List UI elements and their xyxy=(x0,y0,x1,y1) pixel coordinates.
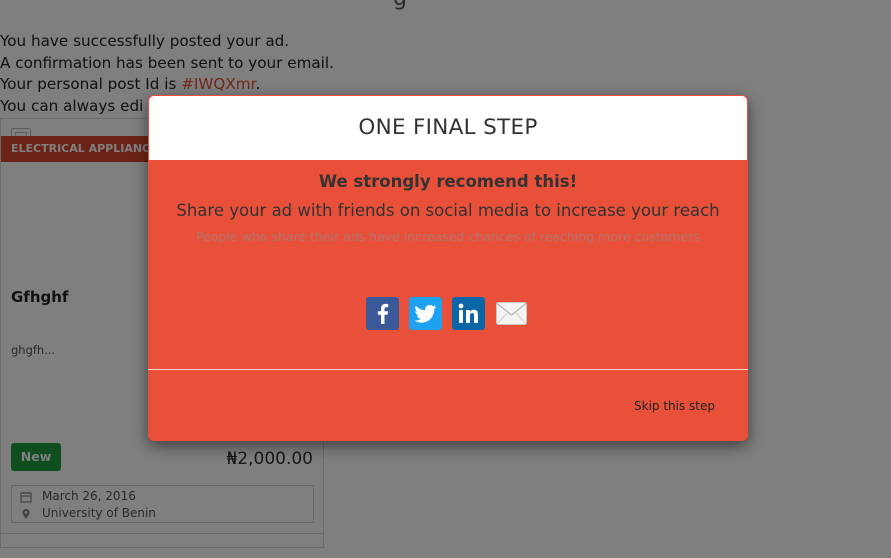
share-note: People who share their ads have increase… xyxy=(196,229,700,244)
twitter-icon[interactable] xyxy=(409,297,442,330)
modal-title: ONE FINAL STEP xyxy=(358,115,538,140)
modal-header: ONE FINAL STEP xyxy=(149,96,747,160)
share-message: Share your ad with friends on social med… xyxy=(176,201,720,220)
recommend-heading: We strongly recomend this! xyxy=(318,172,578,191)
share-buttons xyxy=(148,297,748,331)
modal-divider xyxy=(148,369,748,370)
facebook-icon[interactable] xyxy=(366,297,399,330)
linkedin-icon[interactable] xyxy=(452,297,485,330)
modal-body: We strongly recomend this! Share your ad… xyxy=(148,171,748,244)
skip-step-link[interactable]: Skip this step xyxy=(634,399,715,413)
share-modal: ONE FINAL STEP We strongly recomend this… xyxy=(148,95,748,441)
mail-icon[interactable] xyxy=(495,297,528,330)
